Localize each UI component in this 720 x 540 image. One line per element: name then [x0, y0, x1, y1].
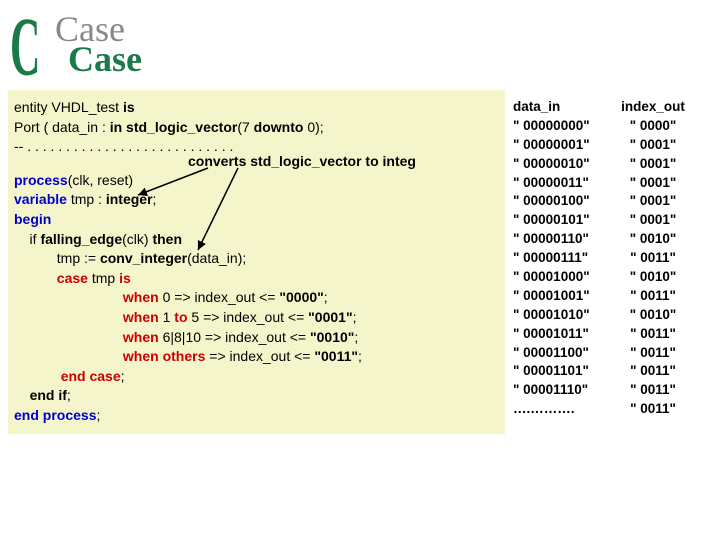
table-row: " 00000011"" 0001"	[513, 174, 708, 193]
cell-index-out: " 0011"	[613, 325, 693, 344]
code-l4: process(clk, reset)	[14, 171, 499, 191]
code-l16: end process;	[14, 406, 499, 426]
cell-data-in: " 00001110"	[513, 381, 613, 400]
cell-data-in: " 00001000"	[513, 268, 613, 287]
table-row: " 00001011"" 0011"	[513, 325, 708, 344]
cell-data-in: " 00000111"	[513, 249, 613, 268]
table-row: " 00001001"" 0011"	[513, 287, 708, 306]
annot-d: integ	[383, 153, 416, 169]
table-row: " 00001100"" 0011"	[513, 344, 708, 363]
cell-data-in: " 00000000"	[513, 117, 613, 136]
table-row: " 00000110"" 0010"	[513, 230, 708, 249]
annot-c: to	[362, 153, 383, 169]
code-l13: when others => index_out <= "0011";	[14, 347, 499, 367]
title-area: C Case Case	[0, 0, 720, 90]
annot-b: std_logic_vector	[250, 153, 361, 169]
code-l11: when 1 to 5 => index_out <= "0001";	[14, 308, 499, 328]
annot-a: converts	[188, 153, 250, 169]
code-l7: if falling_edge(clk) then	[14, 230, 499, 250]
code-l8: tmp := conv_integer(data_in);	[14, 249, 499, 269]
hdr-data-in: data_in	[513, 98, 613, 117]
cell-index-out: " 0010"	[613, 230, 693, 249]
table-header: data_in index_out	[513, 98, 708, 117]
cell-data-in: " 00000001"	[513, 136, 613, 155]
cell-index-out: " 0001"	[613, 136, 693, 155]
cell-data-in: " 00001010"	[513, 306, 613, 325]
cell-index-out: " 0011"	[613, 400, 693, 419]
table-row: " 00001101"" 0011"	[513, 362, 708, 381]
code-l1: entity VHDL_test is	[14, 98, 499, 118]
table-row: " 00000010"" 0001"	[513, 155, 708, 174]
table-row: " 00001000"" 0010"	[513, 268, 708, 287]
cell-index-out: " 0001"	[613, 211, 693, 230]
cell-index-out: " 0011"	[613, 249, 693, 268]
cell-index-out: " 0011"	[613, 381, 693, 400]
code-panel: converts std_logic_vector to integ entit…	[8, 90, 505, 434]
code-l6: begin	[14, 210, 499, 230]
code-l14: end case;	[14, 367, 499, 387]
hdr-index-out: index_out	[613, 98, 693, 117]
cell-index-out: " 0001"	[613, 155, 693, 174]
table-row: " 00000001"" 0001"	[513, 136, 708, 155]
code-l5: variable tmp : integer;	[14, 190, 499, 210]
table-row: " 00000101"" 0001"	[513, 211, 708, 230]
cell-data-in: " 00000010"	[513, 155, 613, 174]
cell-data-in: " 00001100"	[513, 344, 613, 363]
code-l2: Port ( data_in : in std_logic_vector(7 d…	[14, 118, 499, 138]
cell-data-in: ….……….	[513, 400, 613, 419]
title-case-main: Case	[68, 38, 142, 80]
cell-data-in: " 00001011"	[513, 325, 613, 344]
code-l12: when 6|8|10 => index_out <= "0010";	[14, 328, 499, 348]
cell-index-out: " 0010"	[613, 268, 693, 287]
code-l10: when 0 => index_out <= "0000";	[14, 288, 499, 308]
annotation-text: converts std_logic_vector to integ	[188, 152, 416, 172]
cell-index-out: " 0011"	[613, 287, 693, 306]
cell-index-out: " 0000"	[613, 117, 693, 136]
cell-data-in: " 00001001"	[513, 287, 613, 306]
cell-data-in: " 00000110"	[513, 230, 613, 249]
content-row: converts std_logic_vector to integ entit…	[0, 90, 720, 434]
cell-index-out: " 0001"	[613, 174, 693, 193]
table-row: ….………." 0011"	[513, 400, 708, 419]
title-letter-c: C	[10, 0, 40, 96]
table-row: " 00000100"" 0001"	[513, 192, 708, 211]
table-body: " 00000000"" 0000"" 00000001"" 0001"" 00…	[513, 117, 708, 419]
cell-data-in: " 00000101"	[513, 211, 613, 230]
cell-index-out: " 0011"	[613, 344, 693, 363]
cell-data-in: " 00000011"	[513, 174, 613, 193]
cell-index-out: " 0010"	[613, 306, 693, 325]
table-row: " 00001110"" 0011"	[513, 381, 708, 400]
table-row: " 00000000"" 0000"	[513, 117, 708, 136]
truth-table: data_in index_out " 00000000"" 0000"" 00…	[505, 90, 712, 434]
code-l15: end if;	[14, 386, 499, 406]
cell-data-in: " 00000100"	[513, 192, 613, 211]
table-row: " 00000111"" 0011"	[513, 249, 708, 268]
cell-index-out: " 0011"	[613, 362, 693, 381]
cell-data-in: " 00001101"	[513, 362, 613, 381]
code-l9: case tmp is	[14, 269, 499, 289]
cell-index-out: " 0001"	[613, 192, 693, 211]
table-row: " 00001010"" 0010"	[513, 306, 708, 325]
